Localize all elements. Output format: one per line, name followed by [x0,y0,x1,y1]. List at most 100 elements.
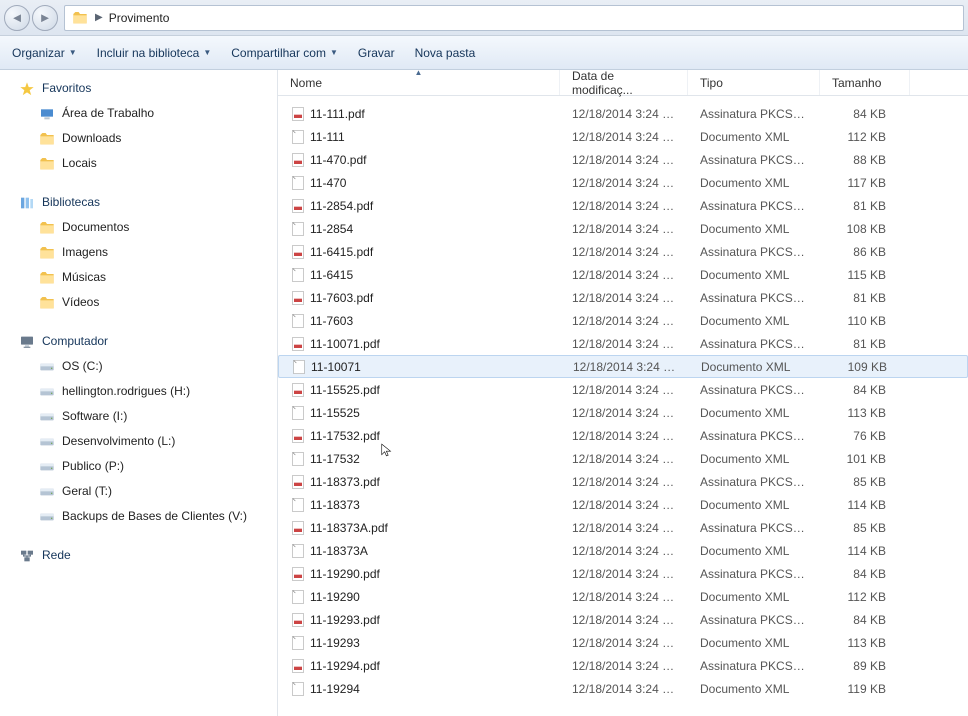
breadcrumb[interactable]: ▶ Provimento [64,5,964,31]
star-icon [18,81,36,97]
pdf-icon [290,520,306,536]
sidebar-drive-i[interactable]: Software (I:) [0,404,277,429]
file-name: 11-470 [310,176,346,190]
file-size: 81 KB [820,337,898,351]
file-date: 12/18/2014 3:24 PM [560,268,688,282]
file-row[interactable]: 11-19293.pdf12/18/2014 3:24 PMAssinatura… [278,608,968,631]
file-type: Documento XML [688,268,820,282]
file-row[interactable]: 11-10071.pdf12/18/2014 3:24 PMAssinatura… [278,332,968,355]
sidebar-item-downloads[interactable]: Downloads [0,126,277,151]
file-row[interactable]: 11-6415.pdf12/18/2014 3:24 PMAssinatura … [278,240,968,263]
file-date: 12/18/2014 3:24 PM [560,521,688,535]
file-type: Assinatura PKCS n... [688,153,820,167]
file-row[interactable]: 11-1552512/18/2014 3:24 PMDocumento XML1… [278,401,968,424]
sidebar-item-desktop[interactable]: Área de Trabalho [0,101,277,126]
sidebar-item-music[interactable]: Músicas [0,265,277,290]
folder-icon [38,131,56,147]
file-size: 89 KB [820,659,898,673]
file-type: Documento XML [688,498,820,512]
file-row[interactable]: 11-285412/18/2014 3:24 PMDocumento XML10… [278,217,968,240]
sidebar-drive-p[interactable]: Publico (P:) [0,454,277,479]
file-size: 119 KB [820,682,898,696]
organize-button[interactable]: Organizar▼ [10,42,79,64]
file-type: Documento XML [688,176,820,190]
file-date: 12/18/2014 3:24 PM [560,406,688,420]
file-row[interactable]: 11-1929412/18/2014 3:24 PMDocumento XML1… [278,677,968,700]
file-name: 11-19294.pdf [310,659,380,673]
file-name: 11-10071.pdf [310,337,380,351]
file-row[interactable]: 11-2854.pdf12/18/2014 3:24 PMAssinatura … [278,194,968,217]
file-row[interactable]: 11-19290.pdf12/18/2014 3:24 PMAssinatura… [278,562,968,585]
drive-icon [38,384,56,400]
pdf-icon [290,658,306,674]
new-folder-button[interactable]: Nova pasta [413,42,478,64]
file-name: 11-2854.pdf [310,199,373,213]
file-size: 113 KB [820,406,898,420]
file-row[interactable]: 11-18373A12/18/2014 3:24 PMDocumento XML… [278,539,968,562]
file-type: Documento XML [688,590,820,604]
file-row[interactable]: 11-1007112/18/2014 3:24 PMDocumento XML1… [278,355,968,378]
sidebar-computer[interactable]: Computador [0,329,277,354]
pdf-icon [290,244,306,260]
file-row[interactable]: 11-1929312/18/2014 3:24 PMDocumento XML1… [278,631,968,654]
file-size: 112 KB [820,590,898,604]
sidebar-item-images[interactable]: Imagens [0,240,277,265]
file-row[interactable]: 11-111.pdf12/18/2014 3:24 PMAssinatura P… [278,102,968,125]
sidebar-drive-t[interactable]: Geral (T:) [0,479,277,504]
file-date: 12/18/2014 3:24 PM [560,498,688,512]
network-icon [18,548,36,564]
file-row[interactable]: 11-11112/18/2014 3:24 PMDocumento XML112… [278,125,968,148]
file-row[interactable]: 11-47012/18/2014 3:24 PMDocumento XML117… [278,171,968,194]
sidebar-network[interactable]: Rede [0,543,277,568]
sidebar-libraries[interactable]: Bibliotecas [0,190,277,215]
file-row[interactable]: 11-470.pdf12/18/2014 3:24 PMAssinatura P… [278,148,968,171]
file-row[interactable]: 11-760312/18/2014 3:24 PMDocumento XML11… [278,309,968,332]
folder-icon [38,295,56,311]
file-size: 84 KB [820,613,898,627]
sort-indicator-icon: ▲ [415,70,423,77]
sidebar-drive-l[interactable]: Desenvolvimento (L:) [0,429,277,454]
include-library-button[interactable]: Incluir na biblioteca▼ [95,42,214,64]
sidebar-drive-v[interactable]: Backups de Bases de Clientes (V:) [0,504,277,529]
share-button[interactable]: Compartilhar com▼ [229,42,340,64]
file-date: 12/18/2014 3:24 PM [560,153,688,167]
file-type: Assinatura PKCS n... [688,659,820,673]
file-date: 12/18/2014 3:24 PM [560,429,688,443]
xml-icon [290,267,306,283]
toolbar: Organizar▼ Incluir na biblioteca▼ Compar… [0,36,968,70]
file-size: 110 KB [820,314,898,328]
column-size[interactable]: Tamanho [820,70,910,95]
sidebar-drive-h[interactable]: hellington.rodrigues (H:) [0,379,277,404]
sidebar-favorites[interactable]: Favoritos [0,76,277,101]
column-type[interactable]: Tipo [688,70,820,95]
titlebar: ◄ ► ▶ Provimento [0,0,968,36]
file-row[interactable]: 11-1837312/18/2014 3:24 PMDocumento XML1… [278,493,968,516]
sidebar-item-locals[interactable]: Locais [0,151,277,176]
file-row[interactable]: 11-17532.pdf12/18/2014 3:24 PMAssinatura… [278,424,968,447]
file-row[interactable]: 11-641512/18/2014 3:24 PMDocumento XML11… [278,263,968,286]
file-row[interactable]: 11-1753212/18/2014 3:24 PMDocumento XML1… [278,447,968,470]
nav-back-button[interactable]: ◄ [4,5,30,31]
file-row[interactable]: 11-1929012/18/2014 3:24 PMDocumento XML1… [278,585,968,608]
column-name[interactable]: Nome▲ [278,70,560,95]
file-row[interactable]: 11-7603.pdf12/18/2014 3:24 PMAssinatura … [278,286,968,309]
pdf-icon [290,198,306,214]
file-date: 12/18/2014 3:24 PM [560,383,688,397]
file-row[interactable]: 11-18373A.pdf12/18/2014 3:24 PMAssinatur… [278,516,968,539]
file-row[interactable]: 11-15525.pdf12/18/2014 3:24 PMAssinatura… [278,378,968,401]
file-rows: 11-111.pdf12/18/2014 3:24 PMAssinatura P… [278,96,968,716]
folder-icon [38,220,56,236]
breadcrumb-folder[interactable]: Provimento [109,11,170,25]
file-date: 12/18/2014 3:24 PM [560,544,688,558]
sidebar-item-videos[interactable]: Vídeos [0,290,277,315]
sidebar-drive-c[interactable]: OS (C:) [0,354,277,379]
file-row[interactable]: 11-19294.pdf12/18/2014 3:24 PMAssinatura… [278,654,968,677]
file-name: 11-19293.pdf [310,613,380,627]
column-date[interactable]: Data de modificaç... [560,70,688,95]
sidebar-item-documents[interactable]: Documentos [0,215,277,240]
nav-forward-button[interactable]: ► [32,5,58,31]
file-date: 12/18/2014 3:24 PM [560,567,688,581]
file-row[interactable]: 11-18373.pdf12/18/2014 3:24 PMAssinatura… [278,470,968,493]
burn-button[interactable]: Gravar [356,42,397,64]
file-name: 11-6415.pdf [310,245,373,259]
